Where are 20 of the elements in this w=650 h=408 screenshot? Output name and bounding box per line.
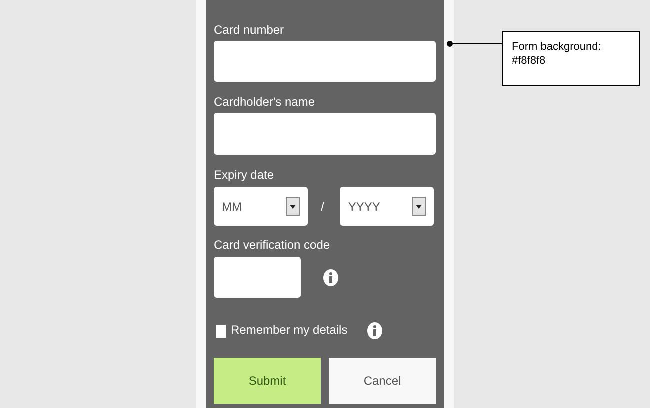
annotation-text: Form background: bbox=[512, 40, 602, 54]
select-field[interactable]: YYYY bbox=[340, 187, 434, 226]
date-separator: / bbox=[321, 198, 324, 216]
field-label: Cardholder's name bbox=[214, 96, 316, 108]
verification-code-field[interactable] bbox=[214, 257, 301, 298]
field-label: Card number bbox=[214, 24, 286, 36]
card-number-field[interactable] bbox=[214, 41, 436, 82]
info-icon[interactable] bbox=[323, 268, 339, 286]
cardholder-name-field[interactable] bbox=[214, 113, 436, 155]
field-label: Expiry date bbox=[214, 169, 276, 181]
submit-button[interactable]: Submit bbox=[214, 358, 321, 404]
field-label: Card verification code bbox=[214, 239, 332, 251]
info-icon[interactable] bbox=[366, 322, 383, 340]
remember-checkbox[interactable] bbox=[216, 324, 226, 338]
select-placeholder: MM bbox=[222, 198, 242, 216]
select-placeholder: YYYY bbox=[348, 198, 380, 216]
select-field[interactable]: MM bbox=[214, 187, 308, 226]
cancel-button[interactable]: Cancel bbox=[329, 358, 436, 404]
checkbox-label: Remember my details bbox=[231, 322, 348, 338]
annotation-text: #f8f8f8 bbox=[512, 54, 547, 68]
